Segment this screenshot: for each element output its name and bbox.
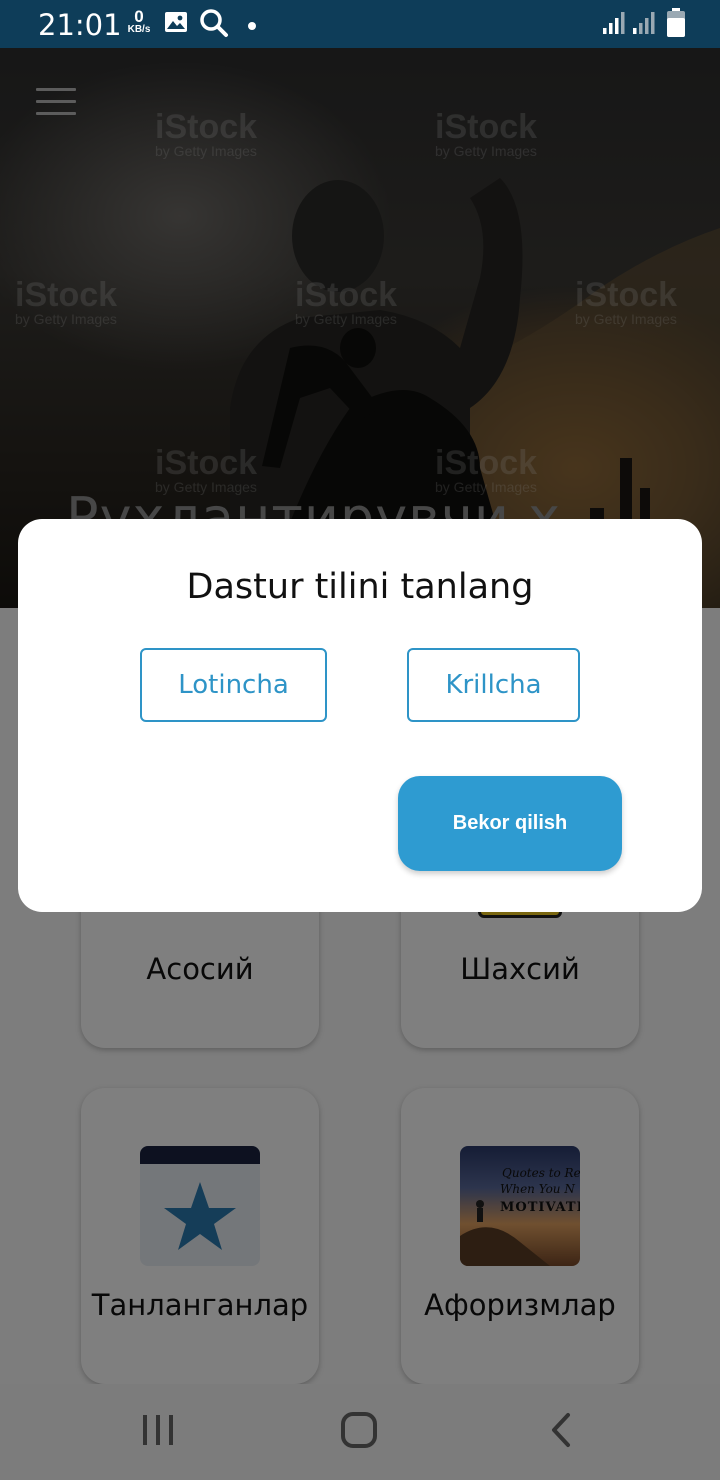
network-speed: 0 KB/s: [124, 8, 154, 35]
network-speed-value: 0: [134, 7, 144, 26]
status-bar: 21:01 0 KB/s: [0, 0, 720, 48]
network-speed-unit: KB/s: [127, 24, 151, 35]
cyrillic-button[interactable]: Krillcha: [407, 648, 580, 722]
recent-apps-icon[interactable]: [140, 1412, 176, 1453]
latin-button[interactable]: Lotincha: [140, 648, 327, 722]
cancel-button[interactable]: Bekor qilish: [398, 776, 622, 871]
navigation-bar: [0, 1384, 720, 1480]
dialog-title: Dastur tilini tanlang: [186, 567, 534, 607]
signal-icon: [602, 10, 628, 41]
battery-icon: [666, 8, 686, 43]
language-dialog: Dastur tilini tanlang Lotincha Krillcha …: [18, 519, 702, 912]
signal-icon-2: [632, 10, 658, 41]
back-icon[interactable]: [548, 1412, 574, 1453]
image-icon: [164, 10, 188, 39]
dot-icon: [247, 18, 257, 36]
search-icon: [199, 8, 229, 43]
status-time: 21:01: [38, 8, 122, 42]
home-icon[interactable]: [340, 1411, 378, 1454]
